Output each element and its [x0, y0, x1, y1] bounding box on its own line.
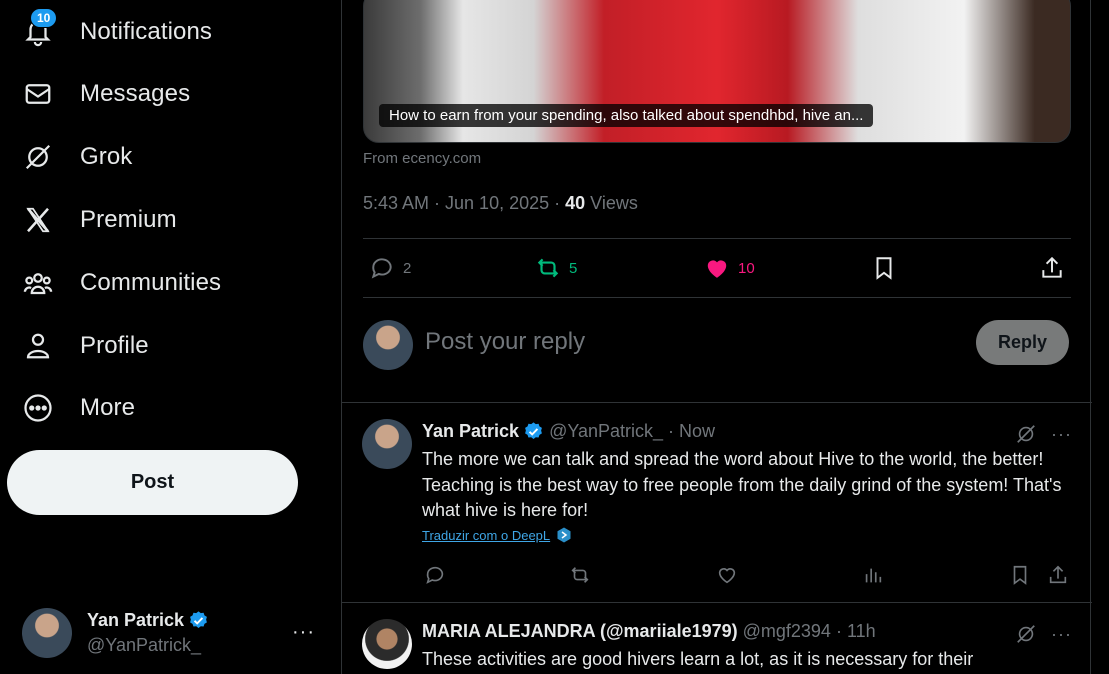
main-column: How to earn from your spending, also tal… [341, 0, 1092, 674]
post-action-bar: 2 5 10 [363, 238, 1071, 298]
heart-icon [707, 260, 727, 278]
verified-badge-icon [525, 422, 542, 439]
notification-badge: 10 [30, 8, 58, 28]
bookmark-icon [876, 257, 892, 280]
sidebar-item-label: Profile [80, 332, 149, 359]
reply-input[interactable]: Post your reply [425, 328, 585, 356]
reply-tweet[interactable]: Yan Patrick @YanPatrick_ · Now ··· The m… [342, 402, 1092, 602]
avatar [363, 320, 413, 370]
reply-count: 2 [403, 259, 412, 277]
repost-action[interactable]: 5 [535, 255, 577, 281]
bookmark-action[interactable] [1009, 564, 1031, 591]
reply-button[interactable]: Reply [976, 320, 1069, 365]
like-action[interactable]: 10 [704, 255, 755, 281]
grok-icon [22, 141, 54, 173]
author-handle[interactable]: @YanPatrick_ · Now [549, 421, 715, 442]
analytics-icon [865, 568, 882, 583]
sidebar: 10 Notifications Messages Grok Premium C… [0, 0, 342, 674]
sidebar-item-label: More [80, 394, 136, 421]
post-meta: 5:43 AM · Jun 10, 2025 · 40 Views [363, 193, 638, 214]
grok-icon[interactable] [1015, 423, 1037, 445]
sidebar-item-grok[interactable]: Grok [8, 131, 146, 183]
account-name: Yan Patrick [87, 610, 185, 630]
share-action[interactable] [1039, 255, 1065, 281]
tweet-text: These activities are good hivers learn a… [422, 649, 974, 669]
reply-action[interactable] [424, 564, 446, 591]
sidebar-item-notifications[interactable]: 10 Notifications [8, 6, 226, 58]
views-count: 40 [565, 193, 586, 213]
post-button[interactable]: Post [7, 450, 298, 515]
bell-icon: 10 [22, 8, 58, 48]
reply-icon [371, 258, 392, 279]
avatar[interactable] [362, 619, 412, 669]
sidebar-item-label: Premium [80, 206, 177, 233]
repost-icon [537, 258, 559, 278]
author-name[interactable]: Yan Patrick [422, 421, 519, 442]
author-handle[interactable]: @mgf2394 · 11h [743, 621, 876, 642]
avatar [22, 608, 72, 658]
x-logo-icon [22, 204, 54, 236]
sidebar-item-premium[interactable]: Premium [8, 194, 191, 246]
repost-action[interactable] [569, 564, 591, 591]
like-count: 10 [738, 259, 755, 277]
sidebar-item-label: Notifications [80, 18, 213, 45]
sidebar-item-profile[interactable]: Profile [8, 320, 163, 372]
grok-icon[interactable] [1015, 623, 1037, 645]
account-switcher[interactable]: Yan Patrick @YanPatrick_ ··· [22, 607, 327, 659]
reply-action[interactable]: 2 [369, 255, 411, 281]
sidebar-item-messages[interactable]: Messages [8, 68, 204, 120]
sidebar-item-communities[interactable]: Communities [8, 257, 235, 309]
repost-icon [571, 567, 589, 583]
views-action[interactable] [862, 564, 884, 591]
person-icon [22, 330, 54, 362]
reply-icon [426, 566, 444, 584]
post-media[interactable]: How to earn from your spending, also tal… [363, 0, 1071, 143]
people-icon [22, 267, 54, 299]
bookmark-icon [1013, 565, 1027, 585]
author-name[interactable]: MARIA ALEJANDRA (@mariiale1979) [422, 621, 738, 642]
more-icon[interactable]: ··· [292, 621, 315, 644]
verified-badge-icon [190, 611, 207, 628]
translate-link[interactable]: Traduzir com o DeepL [422, 527, 572, 543]
avatar[interactable] [362, 419, 412, 469]
page: 10 Notifications Messages Grok Premium C… [0, 0, 1109, 674]
share-icon [1042, 256, 1062, 278]
tweet-menu: ··· [1015, 423, 1072, 445]
deepl-icon [557, 527, 571, 543]
share-action[interactable] [1047, 564, 1069, 591]
translate-label: Traduzir com o DeepL [422, 527, 551, 543]
views-label: Views [585, 193, 638, 213]
reply-composer: Post your reply Reply [363, 320, 1071, 370]
tweet-header: Yan Patrick @YanPatrick_ · Now [422, 421, 715, 442]
more-circle-icon [22, 392, 54, 424]
more-icon[interactable]: ··· [1051, 424, 1072, 445]
sidebar-item-label: Messages [80, 80, 191, 107]
sidebar-item-label: Communities [80, 269, 222, 296]
account-name-row: Yan Patrick [87, 610, 209, 631]
tweet-text: The more we can talk and spread the word… [422, 449, 1062, 520]
tweet-header: MARIA ALEJANDRA (@mariiale1979) @mgf2394… [422, 621, 876, 642]
envelope-icon [22, 78, 54, 110]
sidebar-item-label: Grok [80, 143, 133, 170]
bookmark-action[interactable] [871, 255, 897, 281]
account-names: Yan Patrick @YanPatrick_ [87, 610, 209, 656]
like-action[interactable] [716, 564, 738, 591]
media-source[interactable]: From ecency.com [363, 150, 481, 167]
heart-icon [718, 568, 736, 584]
repost-count: 5 [569, 259, 578, 277]
reply-tweet[interactable]: MARIA ALEJANDRA (@mariiale1979) @mgf2394… [342, 602, 1092, 674]
share-icon [1049, 565, 1067, 584]
tweet-menu: ··· [1015, 623, 1072, 645]
media-caption: How to earn from your spending, also tal… [379, 104, 874, 127]
more-icon[interactable]: ··· [1051, 624, 1072, 645]
account-handle: @YanPatrick_ [87, 635, 201, 655]
post-timestamp[interactable]: 5:43 AM · Jun 10, 2025 · [363, 193, 565, 213]
sidebar-item-more[interactable]: More [8, 382, 149, 434]
